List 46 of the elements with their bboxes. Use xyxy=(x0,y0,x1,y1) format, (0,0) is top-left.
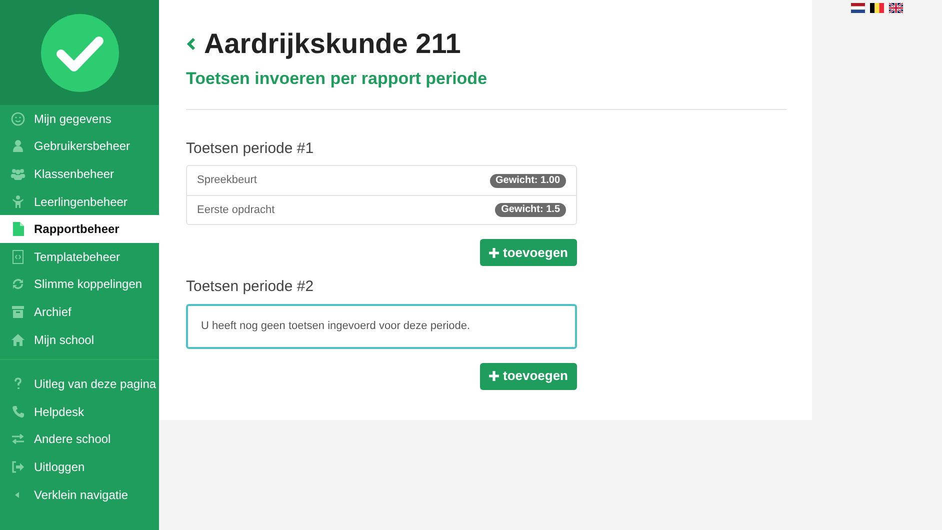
nav-item[interactable]: Gebruikersbeheer xyxy=(0,132,159,160)
nav-item[interactable]: Verklein navigatie xyxy=(0,480,159,508)
nav-item[interactable]: Archief xyxy=(0,298,159,326)
section-heading: Toetsen periode #2 xyxy=(186,277,315,297)
empty-notice: U heeft nog geen toetsen ingevoerd voor deze periode. xyxy=(186,304,577,348)
swap-arrows-icon xyxy=(11,432,25,446)
refresh-icon xyxy=(11,277,25,292)
dutch-flag-icon[interactable] xyxy=(851,3,865,13)
nav-item[interactable]: Rapportbeheer xyxy=(0,215,159,243)
section-heading: Toetsen periode #1 xyxy=(186,138,315,158)
nav-item[interactable]: Mijn school xyxy=(0,326,159,354)
test-row[interactable]: Eerste opdracht Gewicht: 1.5 xyxy=(187,195,576,224)
archive-icon xyxy=(11,304,25,319)
nav-item[interactable]: Mijn gegevens xyxy=(0,105,159,133)
nav-item[interactable]: Uitloggen xyxy=(0,453,159,481)
nav-item[interactable]: Templatebeheer xyxy=(0,242,159,271)
uk-flag-icon[interactable] xyxy=(889,3,903,13)
sign-out-icon xyxy=(11,460,25,474)
plus-icon xyxy=(488,248,499,258)
belgian-flag-icon[interactable] xyxy=(870,3,884,13)
test-name: Eerste opdracht xyxy=(197,202,275,218)
back-chevron-icon[interactable] xyxy=(186,37,196,51)
nav-item[interactable]: Helpdesk xyxy=(0,398,159,426)
student-icon xyxy=(11,194,25,209)
smiley-icon xyxy=(11,112,25,126)
page-title: Aardrijkskunde 211 xyxy=(204,28,461,60)
plus-icon xyxy=(488,371,499,381)
group-icon xyxy=(11,166,25,181)
nav-item[interactable]: Slimme koppelingen xyxy=(0,270,159,298)
nav-item[interactable]: Klassenbeheer xyxy=(0,160,159,188)
user-icon xyxy=(11,139,25,154)
nav-item[interactable]: Leerlingenbeheer xyxy=(0,188,159,216)
test-name: Spreekbeurt xyxy=(197,173,257,188)
test-row[interactable]: Spreekbeurt Gewicht: 1.00 xyxy=(187,166,576,195)
home-icon xyxy=(11,332,25,347)
nav-item[interactable]: Uitleg van deze pagina xyxy=(0,370,159,398)
page-subtitle: Toetsen invoeren per rapport periode xyxy=(186,68,488,90)
weight-badge: Gewicht: 1.00 xyxy=(490,174,566,188)
document-icon xyxy=(11,222,25,236)
weight-badge: Gewicht: 1.5 xyxy=(495,203,566,217)
logo-icon xyxy=(40,14,118,92)
phone-icon xyxy=(11,404,25,419)
add-button[interactable]: toevoegen xyxy=(480,239,577,266)
nav-item[interactable]: Andere school xyxy=(0,426,159,454)
code-file-icon xyxy=(11,250,25,264)
add-button[interactable]: toevoegen xyxy=(480,362,577,390)
